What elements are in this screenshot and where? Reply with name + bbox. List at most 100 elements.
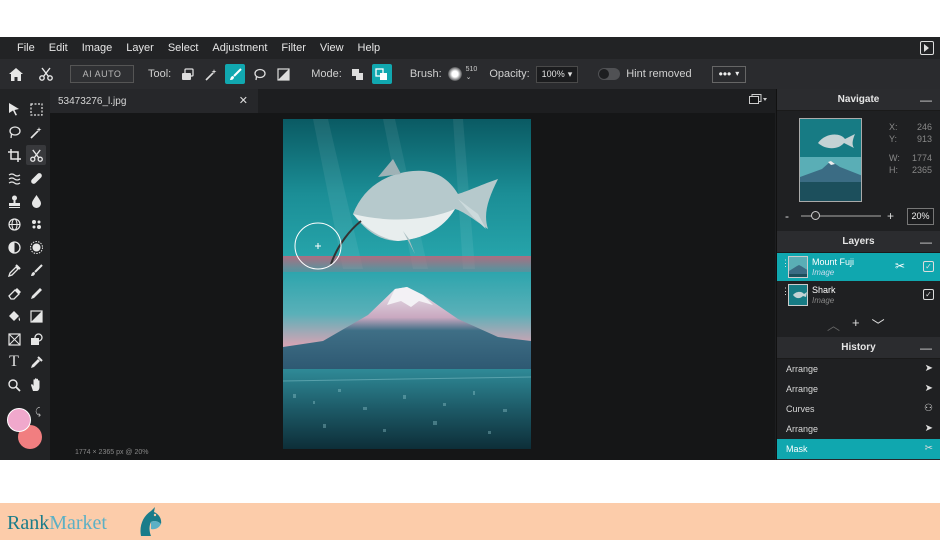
text-tool-icon[interactable]: T [4, 352, 24, 372]
lasso-tool-icon[interactable] [4, 122, 24, 142]
visibility-checkbox[interactable]: ✓ [923, 289, 934, 300]
cursor-coordinates: X: 246 Y: 913 W: 1774 H: 2365 [889, 121, 932, 176]
navigate-header[interactable]: Navigate — [777, 89, 940, 111]
brush-size-value[interactable]: 510 ⌄ [466, 66, 478, 82]
navigator-thumbnail[interactable] [799, 118, 862, 202]
scissors-icon[interactable] [36, 64, 56, 84]
opacity-select[interactable]: 100% ▾ [535, 65, 579, 83]
layer-item-shark[interactable]: ⋮ Shark Image ✓ [777, 281, 940, 309]
hand-tool-icon[interactable] [26, 375, 46, 395]
liquify-tool-icon[interactable] [4, 168, 24, 188]
hint-toggle[interactable] [598, 68, 621, 80]
paint-bucket-tool-icon[interactable] [4, 306, 24, 326]
gradient-tool-icon[interactable] [26, 306, 46, 326]
history-item[interactable]: Arrange ➤ [777, 419, 940, 439]
h-value: 2365 [911, 165, 932, 175]
photo-editor-app: File Edit Image Layer Select Adjustment … [0, 37, 940, 460]
history-item[interactable]: Curves ⚇ [777, 399, 940, 419]
brush-tool-icon[interactable] [26, 260, 46, 280]
foreground-color-swatch[interactable] [7, 408, 31, 432]
gradient-option-icon[interactable] [273, 64, 293, 84]
close-icon[interactable]: ✕ [239, 94, 248, 107]
arrange-windows-icon[interactable] [749, 94, 767, 107]
zoom-tool-icon[interactable] [4, 375, 24, 395]
fullscreen-icon[interactable] [920, 41, 934, 55]
tool-label: Tool: [148, 68, 172, 80]
magic-wand-option-icon[interactable] [201, 64, 221, 84]
swap-colors-icon[interactable]: ⤹ [35, 407, 41, 418]
menu-file[interactable]: File [0, 42, 42, 54]
shape-tool-icon[interactable] [26, 329, 46, 349]
zoom-controls: - + 20% [785, 207, 935, 225]
menu-view[interactable]: View [313, 42, 351, 54]
magic-wand-tool-icon[interactable] [26, 122, 46, 142]
menu-select[interactable]: Select [161, 42, 206, 54]
stamp-tool-option-icon[interactable] [177, 64, 197, 84]
x-value: 246 [916, 122, 932, 132]
ai-auto-button[interactable]: AI AUTO [70, 65, 134, 83]
mode-subtract-icon[interactable] [371, 64, 392, 84]
image-canvas[interactable] [283, 119, 531, 449]
visibility-checkbox[interactable]: ✓ [923, 261, 934, 272]
zoom-in-icon[interactable]: + [887, 209, 897, 223]
history-title: History [841, 342, 876, 353]
eyedropper-tool-icon[interactable] [4, 260, 24, 280]
layer-item-mount-fuji[interactable]: ⋮ Mount Fuji Image ✂ ✓ [777, 253, 940, 281]
w-label: W: [889, 153, 900, 163]
move-tool-icon[interactable] [4, 99, 24, 119]
mode-add-icon[interactable] [348, 64, 368, 84]
collapse-icon[interactable]: — [920, 341, 932, 355]
zoom-out-icon[interactable]: - [785, 209, 795, 223]
collapse-icon[interactable]: — [920, 235, 932, 249]
collapse-icon[interactable]: — [920, 93, 932, 107]
layer-type: Image [812, 268, 835, 277]
chevron-down-icon[interactable]: ﹀ [872, 315, 885, 334]
history-header[interactable]: History — [777, 337, 940, 359]
menu-help[interactable]: Help [351, 42, 388, 54]
history-item[interactable]: Arrange ➤ [777, 379, 940, 399]
marquee-tool-icon[interactable] [26, 99, 46, 119]
x-label: X: [889, 122, 898, 132]
dodge-tool-icon[interactable] [4, 237, 24, 257]
menu-layer[interactable]: Layer [119, 42, 161, 54]
cutout-scissors-tool-icon[interactable] [26, 145, 46, 165]
brush-preview-icon[interactable] [447, 67, 462, 81]
history-item[interactable]: Arrange ➤ [777, 359, 940, 379]
options-toolbar: AI AUTO Tool: Mode: Brush: 510 ⌄ Opacity:… [0, 59, 940, 89]
menu-image[interactable]: Image [75, 42, 120, 54]
zoom-value-input[interactable]: 20% [907, 207, 934, 225]
lasso-option-icon[interactable] [249, 64, 269, 84]
color-picker-tool-icon[interactable] [26, 352, 46, 372]
brand-logo-icon [140, 507, 162, 536]
opacity-value: 100% [541, 69, 565, 79]
w-value: 1774 [911, 153, 932, 163]
more-options-button[interactable]: ••• ▾ [711, 65, 747, 83]
dots-tool-icon[interactable] [26, 214, 46, 234]
blur-drop-tool-icon[interactable] [26, 191, 46, 211]
document-tab-bar: 53473276_l.jpg ✕ [50, 89, 775, 113]
pencil-tool-icon[interactable] [26, 283, 46, 303]
home-icon[interactable] [6, 64, 26, 84]
sponge-tool-icon[interactable] [26, 237, 46, 257]
globe-tool-icon[interactable] [4, 214, 24, 234]
layer-type: Image [812, 296, 835, 305]
menu-adjustment[interactable]: Adjustment [205, 42, 274, 54]
add-layer-icon[interactable]: + [852, 315, 860, 334]
history-item-active[interactable]: Mask ✂ [777, 439, 940, 459]
layers-header[interactable]: Layers — [777, 231, 940, 253]
zoom-slider[interactable] [801, 211, 881, 220]
layer-name: Mount Fuji [812, 257, 855, 267]
menu-edit[interactable]: Edit [42, 42, 75, 54]
image-frame-tool-icon[interactable] [4, 329, 24, 349]
crop-tool-icon[interactable] [4, 145, 24, 165]
brush-option-icon[interactable] [225, 64, 246, 84]
bandage-tool-icon[interactable] [26, 168, 46, 188]
zoom-slider-handle[interactable] [811, 211, 820, 220]
hint-label: Hint removed [626, 68, 692, 80]
scissors-icon[interactable]: ✂ [895, 259, 905, 273]
document-tab[interactable]: 53473276_l.jpg ✕ [50, 89, 258, 113]
menu-filter[interactable]: Filter [274, 42, 312, 54]
chevron-up-icon[interactable]: ︿ [827, 315, 840, 334]
eraser-tool-icon[interactable] [4, 283, 24, 303]
stamp-tool-icon[interactable] [4, 191, 24, 211]
